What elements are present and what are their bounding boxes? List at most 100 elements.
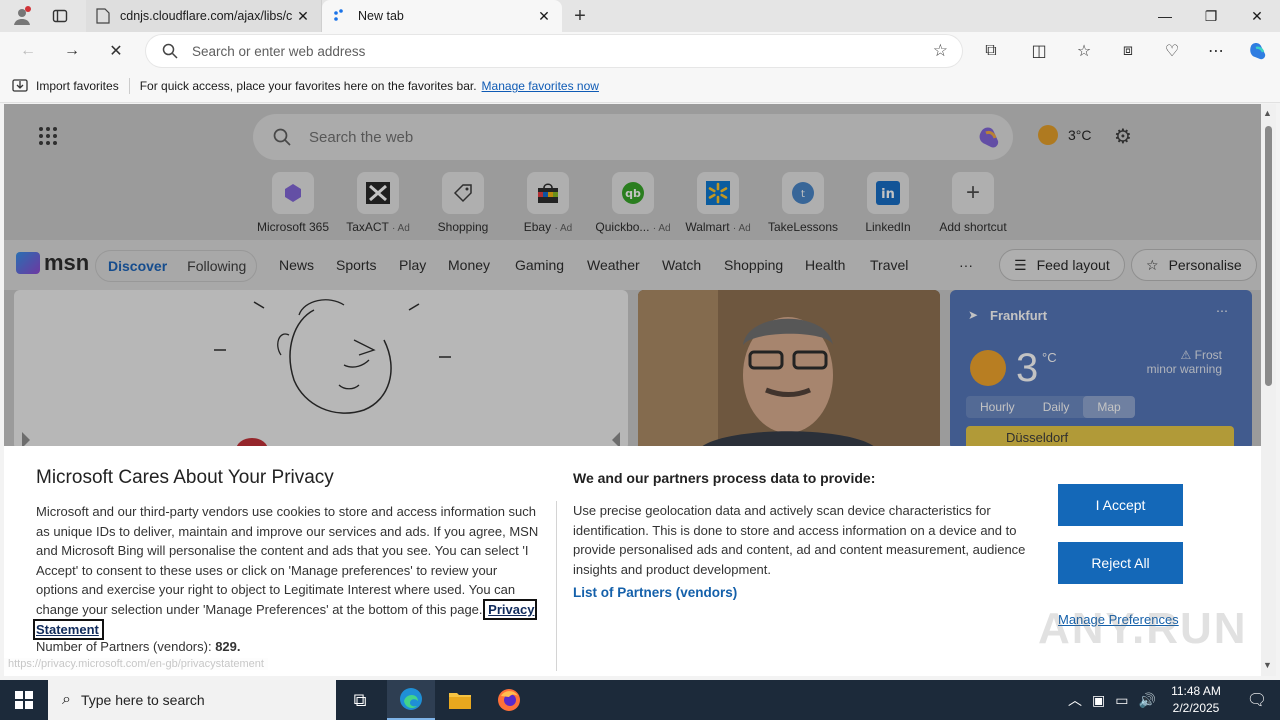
collections-icon[interactable]: ⧈ bbox=[1114, 37, 1142, 65]
shortcut-walmart[interactable]: Walmart · Ad bbox=[678, 172, 758, 234]
profile-icon[interactable] bbox=[10, 4, 34, 28]
copilot-icon[interactable] bbox=[975, 123, 1003, 151]
tab-title: New tab bbox=[358, 9, 404, 23]
taskbar-clock[interactable]: 11:48 AM 2/2/2025 bbox=[1160, 683, 1232, 717]
tab-discover[interactable]: Discover bbox=[108, 258, 167, 274]
address-bar[interactable]: Search or enter web address ☆ bbox=[146, 35, 962, 67]
more-options-icon[interactable]: ⋯ bbox=[1216, 304, 1228, 318]
accept-button[interactable]: I Accept bbox=[1058, 484, 1183, 526]
shortcut-taxact[interactable]: TaxACT · Ad bbox=[338, 172, 418, 234]
notifications-icon[interactable]: 🗨 bbox=[1234, 680, 1280, 720]
list-of-partners-link[interactable]: List of Partners (vendors) bbox=[573, 585, 737, 600]
device-icon[interactable]: ▣ bbox=[1092, 692, 1105, 709]
nav-play[interactable]: Play bbox=[399, 257, 426, 273]
network-icon[interactable]: ▭ bbox=[1115, 692, 1128, 709]
tab-daily[interactable]: Daily bbox=[1029, 396, 1084, 418]
more-menu-icon[interactable]: ⋯ bbox=[1202, 37, 1230, 65]
close-window-icon[interactable]: ✕ bbox=[1234, 0, 1280, 32]
settings-gear-icon[interactable]: ⚙ bbox=[1114, 124, 1132, 149]
tab-hourly[interactable]: Hourly bbox=[966, 396, 1029, 418]
shortcut-takelessons[interactable]: t TakeLessons bbox=[763, 172, 843, 234]
sliders-icon: ☰ bbox=[1014, 256, 1027, 273]
task-view-icon[interactable]: ⧉ bbox=[336, 680, 384, 720]
search-icon: ⌕ bbox=[62, 691, 71, 708]
weather-city[interactable]: Frankfurt bbox=[990, 308, 1047, 323]
news-card-cartoon[interactable] bbox=[14, 290, 628, 450]
favorite-star-icon[interactable]: ☆ bbox=[933, 41, 948, 61]
nav-sports[interactable]: Sports bbox=[336, 257, 376, 273]
nav-money[interactable]: Money bbox=[448, 257, 490, 273]
chevron-up-icon[interactable]: ︿ bbox=[1068, 690, 1082, 710]
reject-all-button[interactable]: Reject All bbox=[1058, 542, 1183, 584]
browser-essentials-icon[interactable]: ♡ bbox=[1158, 37, 1186, 65]
manage-favorites-link[interactable]: Manage favorites now bbox=[482, 79, 599, 93]
shortcut-quickbooks[interactable]: qb Quickbo... · Ad bbox=[593, 172, 673, 234]
back-icon[interactable]: ← bbox=[14, 37, 42, 65]
privacy-title: Microsoft Cares About Your Privacy bbox=[36, 467, 334, 488]
nav-news[interactable]: News bbox=[279, 257, 314, 273]
ad-label: · Ad bbox=[732, 223, 751, 234]
copilot-icon[interactable] bbox=[1244, 37, 1272, 65]
microsoft-365-icon bbox=[272, 172, 314, 214]
shortcut-linkedin[interactable]: in LinkedIn bbox=[848, 172, 928, 234]
personalise-label: Personalise bbox=[1168, 257, 1242, 273]
ad-label: · Ad bbox=[392, 223, 410, 234]
nav-watch[interactable]: Watch bbox=[662, 257, 701, 273]
firefox-icon[interactable] bbox=[485, 680, 533, 720]
restore-icon[interactable]: ❐ bbox=[1188, 0, 1234, 32]
nav-more-icon[interactable]: ··· bbox=[959, 257, 973, 273]
close-tab-icon[interactable]: ✕ bbox=[536, 8, 552, 25]
scroll-down-icon[interactable]: ▼ bbox=[1263, 660, 1272, 670]
privacy-body: Microsoft and our third-party vendors us… bbox=[32, 502, 542, 640]
taskbar-search-placeholder: Type here to search bbox=[80, 692, 205, 708]
shortcut-label: Add shortcut bbox=[939, 220, 1007, 234]
taskbar-search-input[interactable]: ⌕ Type here to search bbox=[48, 680, 336, 720]
new-tab-icon[interactable]: + bbox=[568, 4, 592, 28]
tab-map[interactable]: Map bbox=[1083, 396, 1135, 418]
browser-toolbar: ← → ✕ Search or enter web address ☆ ⧉ ◫ … bbox=[0, 32, 1280, 70]
tab-actions-icon[interactable] bbox=[48, 4, 72, 28]
tab-following[interactable]: Following bbox=[187, 258, 246, 274]
web-search-input[interactable]: Search the web bbox=[253, 114, 1013, 160]
split-screen-icon[interactable]: ◫ bbox=[1025, 37, 1053, 65]
nav-shopping[interactable]: Shopping bbox=[724, 257, 783, 273]
svg-text:qb: qb bbox=[625, 187, 641, 200]
import-favorites-button[interactable]: Import favorites bbox=[12, 79, 119, 93]
stop-loading-icon[interactable]: ✕ bbox=[102, 37, 130, 65]
portrait-photo bbox=[638, 290, 940, 450]
msn-nav-bar: msn Discover Following News Sports Play … bbox=[4, 240, 1261, 290]
news-card-portrait[interactable] bbox=[638, 290, 940, 450]
weather-card[interactable]: ➤ Frankfurt ⋯ 3 °C ⚠ Frost minor warning… bbox=[950, 290, 1252, 450]
shortcut-label: Walmart bbox=[685, 220, 730, 234]
edge-browser-icon[interactable] bbox=[387, 680, 435, 720]
scroll-up-icon[interactable]: ▲ bbox=[1263, 108, 1272, 118]
nav-weather[interactable]: Weather bbox=[587, 257, 640, 273]
nav-travel[interactable]: Travel bbox=[870, 257, 908, 273]
shopping-tag-icon bbox=[442, 172, 484, 214]
document-icon bbox=[96, 8, 110, 24]
shortcut-add[interactable]: + Add shortcut bbox=[933, 172, 1013, 234]
nav-health[interactable]: Health bbox=[805, 257, 845, 273]
shortcut-shopping[interactable]: Shopping bbox=[423, 172, 503, 234]
feed-layout-button[interactable]: ☰ Feed layout bbox=[999, 249, 1125, 281]
tab-cdnjs[interactable]: cdnjs.cloudflare.com/ajax/libs/c ✕ bbox=[86, 0, 322, 32]
tab-new-tab[interactable]: New tab ✕ bbox=[322, 0, 562, 32]
app-launcher-icon[interactable] bbox=[38, 126, 58, 149]
forward-icon[interactable]: → bbox=[58, 37, 86, 65]
minimize-icon[interactable]: — bbox=[1142, 0, 1188, 32]
nav-gaming[interactable]: Gaming bbox=[515, 257, 564, 273]
weather-widget[interactable]: 3°C bbox=[1038, 125, 1092, 145]
close-tab-icon[interactable]: ✕ bbox=[295, 8, 311, 25]
shortcut-microsoft-365[interactable]: Microsoft 365 bbox=[253, 172, 333, 234]
extensions-icon[interactable]: ⧉ bbox=[977, 37, 1005, 65]
file-explorer-icon[interactable] bbox=[436, 680, 484, 720]
scrollbar-thumb[interactable] bbox=[1265, 126, 1272, 386]
windows-start-icon[interactable] bbox=[0, 680, 48, 720]
volume-icon[interactable]: 🔊 bbox=[1138, 692, 1155, 709]
page-scrollbar[interactable]: ▲ ▼ bbox=[1261, 104, 1276, 676]
favorites-icon[interactable]: ☆ bbox=[1070, 37, 1098, 65]
shortcut-ebay[interactable]: Ebay · Ad bbox=[508, 172, 588, 234]
personalise-button[interactable]: ☆ Personalise bbox=[1131, 249, 1257, 281]
msn-logo[interactable]: msn bbox=[16, 250, 89, 276]
weather-warning[interactable]: ⚠ Frost minor warning bbox=[1147, 348, 1222, 376]
